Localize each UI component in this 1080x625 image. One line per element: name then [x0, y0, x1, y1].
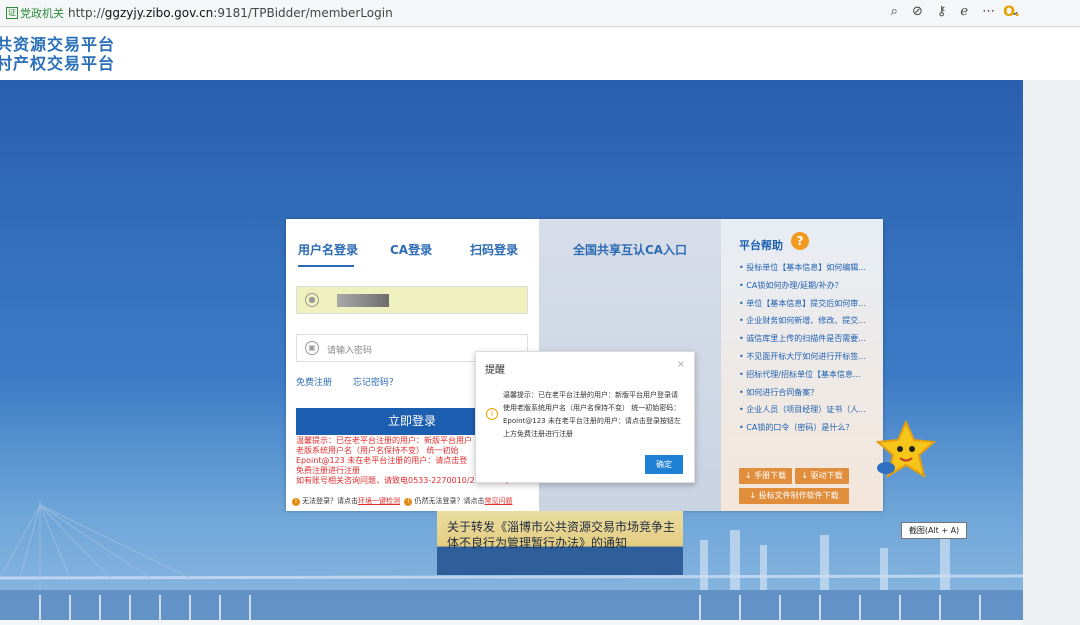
more-icon[interactable]: ⋯	[982, 4, 995, 19]
user-icon: ●	[305, 293, 319, 307]
page-root: 证 党政机关 http://ggzyjy.zibo.gov.cn:9181/TP…	[0, 0, 1080, 625]
url-host: ggzyjy.zibo.gov.cn	[104, 6, 214, 20]
screenshot-tooltip: 截图(Alt + A)	[901, 522, 967, 539]
site-title: 共资源交易平台 村产权交易平台	[0, 35, 115, 73]
faq-link[interactable]: 常见问题	[484, 497, 512, 505]
star-mascot-icon	[875, 419, 936, 479]
url-path: :9181/TPBidder/memberLogin	[213, 6, 393, 20]
ca-entry-link[interactable]: 全国共享互认CA入口	[539, 241, 721, 258]
toolbar-icons: ⌕ ⊘ ⚷ ℯ ⋯ ⌄	[891, 4, 1020, 19]
active-tab-indicator	[298, 265, 354, 267]
footer-text-2: 仍然无法登录？请点击	[414, 497, 485, 505]
dialog-message: 温馨提示：已在老平台注册的用户：新版平台用户登录请使用老版系统用户名（用户名保持…	[503, 391, 681, 438]
tab-scan-login[interactable]: 扫码登录	[470, 241, 518, 258]
dialog-title: 提醒	[485, 365, 505, 376]
lock-icon: ▣	[305, 341, 319, 355]
url-prefix: http://	[68, 6, 105, 20]
url-text[interactable]: http://ggzyjy.zibo.gov.cn:9181/TPBidder/…	[68, 6, 393, 20]
register-link[interactable]: 免费注册	[296, 378, 332, 388]
gov-badge-label: 党政机关	[20, 7, 64, 20]
help-item[interactable]: • 招标代理/招标单位【基本信息...	[739, 366, 879, 384]
news-title: 关于转发《淄博市公共资源交易市场竞争主体不良行为管理暂行办法》的通知	[447, 520, 676, 550]
help-panel: 平台帮助 ? • 投标单位【基本信息】如何编辑... • CA锁如何办理/延期/…	[721, 219, 883, 511]
footer-text-1: 无法登录？请点击	[302, 497, 358, 505]
confirm-button[interactable]: 确定	[645, 455, 683, 474]
warning-icon: !	[404, 498, 413, 506]
help-item[interactable]: • CA锁如何办理/延期/补办？	[739, 277, 879, 295]
reminder-dialog: 提醒 × i 温馨提示：已在老平台注册的用户：新版平台用户登录请使用老版系统用户…	[475, 351, 695, 483]
tab-ca-login[interactable]: CA登录	[390, 241, 432, 258]
help-list: • 投标单位【基本信息】如何编辑... • CA锁如何办理/延期/补办？ • 单…	[739, 259, 879, 437]
login-links: 免费注册 忘记密码？	[296, 375, 416, 388]
close-icon[interactable]: ×	[677, 359, 685, 370]
help-item[interactable]: • 单位【基本信息】提交后如何审...	[739, 295, 879, 313]
zoom-icon[interactable]: ⌕	[891, 4, 898, 19]
key-icon[interactable]: ⚷	[937, 4, 947, 19]
site-title-line2: 村产权交易平台	[0, 54, 116, 73]
info-icon: i	[486, 408, 498, 420]
ie-icon[interactable]: ℯ	[960, 4, 968, 19]
env-check-link[interactable]: 环境一键检测	[358, 497, 400, 505]
page-header: 共资源交易平台 村产权交易平台	[0, 28, 1080, 80]
help-item[interactable]: • 诚信库里上传的扫描件是否需要...	[739, 330, 879, 348]
help-item[interactable]: • 如何进行合同备案？	[739, 384, 879, 402]
block-icon[interactable]: ⊘	[912, 4, 923, 19]
username-redacted	[337, 294, 389, 307]
page-side-gutter	[1023, 80, 1080, 625]
help-item[interactable]: • 投标单位【基本信息】如何编辑...	[739, 259, 879, 277]
username-field[interactable]: ●	[296, 286, 528, 314]
help-item[interactable]: • 企业人员（项目经理）证书（人...	[739, 401, 879, 419]
browser-address-bar[interactable]: 证 党政机关 http://ggzyjy.zibo.gov.cn:9181/TP…	[0, 0, 1080, 27]
forgot-password-link[interactable]: 忘记密码？	[353, 378, 398, 388]
extension-button[interactable]: O.	[1003, 4, 1020, 20]
help-item[interactable]: • 不见面开标大厅如何进行开标签...	[739, 348, 879, 366]
bid-software-download-button[interactable]: ↓ 投标文件制作软件下载	[739, 488, 849, 504]
help-item[interactable]: • CA锁的口令（密码）是什么？	[739, 419, 879, 437]
help-title: 平台帮助	[739, 239, 783, 252]
manual-download-button[interactable]: ↓ 手册下载	[739, 468, 792, 484]
gov-badge-icon: 证	[6, 7, 18, 19]
login-tabs: 用户名登录 CA登录 扫码登录	[298, 241, 528, 267]
site-title-line1: 共资源交易平台	[0, 35, 116, 54]
password-placeholder: 请输入密码	[327, 346, 373, 356]
tab-username-login[interactable]: 用户名登录	[298, 241, 358, 258]
login-footer-links: ! 无法登录？请点击环境一键检测 ! 仍然无法登录？请点击常见问题	[292, 496, 512, 506]
news-banner[interactable]: 关于转发《淄博市公共资源交易市场竞争主体不良行为管理暂行办法》的通知	[437, 511, 683, 575]
gov-badge: 证 党政机关	[6, 5, 64, 21]
driver-download-button[interactable]: ↓ 驱动下载	[795, 468, 849, 484]
question-icon: ?	[791, 232, 809, 250]
warning-icon: !	[292, 498, 300, 506]
help-item[interactable]: • 企业财务如何新增、修改、提交...	[739, 312, 879, 330]
